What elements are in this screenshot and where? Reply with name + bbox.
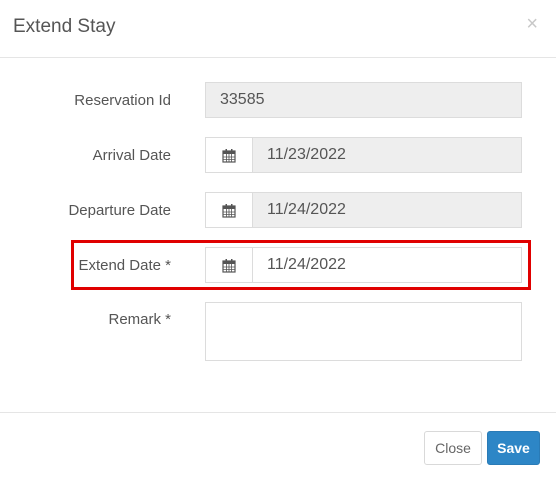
- reservation-id-label: Reservation Id: [74, 92, 171, 109]
- reservation-id-field: 33585: [205, 82, 522, 118]
- arrival-date-label: Arrival Date: [92, 147, 171, 164]
- close-icon[interactable]: ×: [526, 14, 538, 34]
- reservation-id-row: Reservation Id 33585: [0, 82, 556, 120]
- save-button[interactable]: Save: [487, 431, 540, 465]
- remark-textarea[interactable]: [205, 302, 522, 361]
- close-button[interactable]: Close: [424, 431, 482, 465]
- modal-header: Extend Stay ×: [0, 0, 556, 58]
- departure-date-label: Departure Date: [68, 202, 171, 219]
- arrival-date-field: 11/23/2022: [205, 137, 522, 173]
- departure-date-field: 11/24/2022: [205, 192, 522, 228]
- reservation-id-value: 33585: [220, 91, 265, 108]
- departure-date-row: Departure Date 11/24/2022: [0, 192, 556, 230]
- remark-row: Remark *: [0, 302, 556, 362]
- arrival-date-value: 11/23/2022: [267, 146, 346, 163]
- calendar-icon: [206, 193, 253, 227]
- modal-title: Extend Stay: [13, 16, 116, 37]
- calendar-icon: [206, 138, 253, 172]
- modal-footer: Close Save: [0, 412, 556, 479]
- remark-label: Remark *: [108, 311, 171, 328]
- departure-date-value: 11/24/2022: [267, 201, 346, 218]
- extend-date-highlight: [71, 240, 531, 290]
- arrival-date-row: Arrival Date 11/23/2022: [0, 137, 556, 175]
